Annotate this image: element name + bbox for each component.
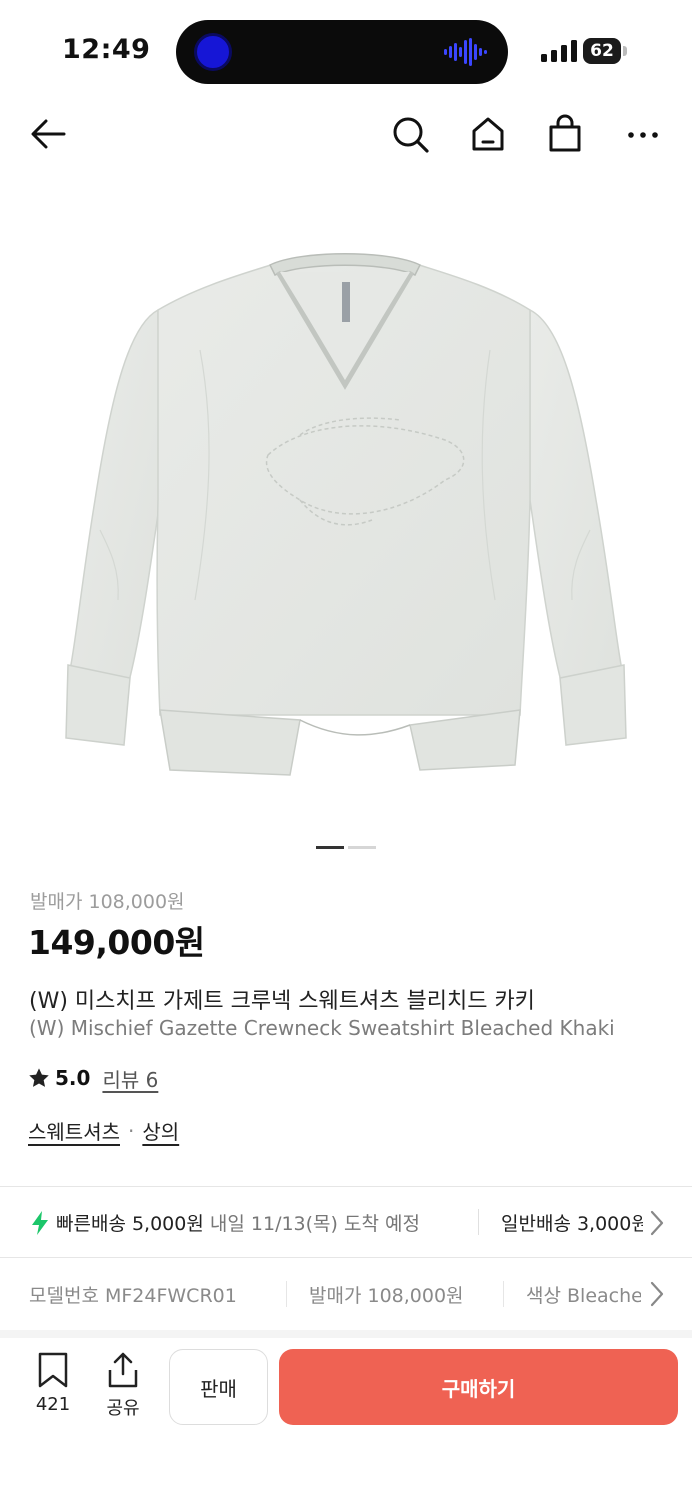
spec-model-number: 모델번호 MF24FWCR01: [29, 1285, 237, 1307]
normal-delivery-label: 일반배송 3,000원: [501, 1213, 643, 1235]
fast-delivery: 빠른배송 5,000원 내일 11/13(목) 도착 예정: [56, 1209, 420, 1236]
spec-row[interactable]: 모델번호 MF24FWCR01 발매가 108,000원 색상 Bleached…: [0, 1258, 692, 1330]
spec-retail-price: 발매가 108,000원: [309, 1285, 464, 1307]
lightning-bolt-icon: [32, 1211, 48, 1235]
bookmark-count: 421: [35, 1394, 71, 1415]
cart-button[interactable]: [543, 112, 587, 156]
search-button[interactable]: [388, 112, 432, 156]
chevron-right-icon: [650, 1210, 664, 1236]
audio-waveform-icon: [444, 38, 487, 66]
bookmark-button[interactable]: 421: [25, 1352, 81, 1422]
status-bar: 12:49 62: [0, 0, 692, 100]
share-button[interactable]: 공유: [95, 1352, 151, 1422]
arrow-left-icon: [31, 119, 66, 149]
spec-color: 색상 Bleached Khaki: [526, 1285, 641, 1307]
category-link-top[interactable]: 상의: [142, 1116, 179, 1145]
now-playing-artwork-icon: [194, 33, 232, 71]
search-icon: [393, 117, 429, 153]
battery-indicator: 62: [583, 38, 621, 64]
top-nav: [0, 100, 692, 168]
status-time: 12:49: [62, 34, 151, 65]
divider: [478, 1209, 479, 1235]
product-image[interactable]: [0, 170, 692, 820]
divider: [503, 1281, 504, 1307]
category-separator: ·: [128, 1118, 135, 1143]
pager-dot: [348, 846, 376, 849]
more-horizontal-icon: [628, 132, 658, 138]
divider: [286, 1281, 287, 1307]
cellular-signal-icon: [541, 40, 577, 62]
category-link-sweatshirt[interactable]: 스웨트셔츠: [28, 1116, 120, 1145]
rating-row: 5.0 리뷰 6: [28, 1064, 158, 1092]
bottom-action-bar: 421 공유 판매 구매하기: [0, 1338, 692, 1500]
dynamic-island: [176, 20, 508, 84]
fast-delivery-label: 빠른배송 5,000원: [56, 1213, 204, 1235]
reviews-link[interactable]: 리뷰 6: [102, 1064, 158, 1093]
chevron-right-icon: [650, 1281, 664, 1307]
battery-tip: [623, 46, 627, 56]
share-label: 공유: [106, 1398, 140, 1419]
sell-button[interactable]: 판매: [169, 1349, 268, 1425]
fast-delivery-eta: 내일 11/13(목) 도착 예정: [209, 1213, 420, 1235]
rating-score: 5.0: [55, 1066, 91, 1090]
buy-button[interactable]: 구매하기: [279, 1349, 678, 1425]
product-name-ko: (W) 미스치프 가제트 크루넥 스웨트셔츠 블리치드 카키: [29, 989, 535, 1014]
sweatshirt-image: [65, 253, 627, 776]
shopping-bag-icon: [549, 114, 581, 152]
category-row: 스웨트셔츠 · 상의: [28, 1116, 179, 1145]
current-price: 149,000원: [28, 923, 205, 962]
pager-dot-active: [316, 846, 344, 849]
home-button[interactable]: [466, 112, 510, 156]
product-name-en: (W) Mischief Gazette Crewneck Sweatshirt…: [29, 1016, 615, 1040]
more-button[interactable]: [621, 112, 665, 156]
home-icon: [472, 117, 504, 151]
divider: [0, 1330, 692, 1338]
shipping-row[interactable]: 빠른배송 5,000원 내일 11/13(목) 도착 예정 일반배송 3,000…: [0, 1187, 692, 1257]
share-icon: [108, 1352, 138, 1388]
star-icon: [29, 1068, 49, 1087]
retail-price: 발매가 108,000원: [30, 891, 185, 913]
bookmark-icon: [38, 1352, 68, 1388]
back-button[interactable]: [26, 112, 70, 156]
image-pager: [316, 846, 376, 849]
